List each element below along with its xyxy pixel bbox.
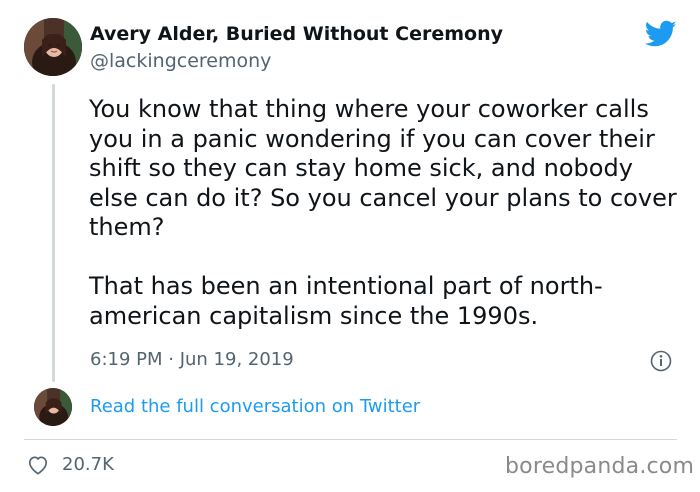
author-display-name[interactable]: Avery Alder, Buried Without Ceremony <box>90 23 503 45</box>
conversation-avatar[interactable] <box>34 388 72 426</box>
tweet-paragraph: You know that thing where your coworker … <box>89 95 677 242</box>
watermark: boredpanda.com <box>505 454 695 479</box>
tweet-timestamp[interactable]: 6:19 PM · Jun 19, 2019 <box>90 349 294 370</box>
read-conversation-link[interactable]: Read the full conversation on Twitter <box>90 396 420 417</box>
divider <box>24 439 677 440</box>
tweet-paragraph: That has been an intentional part of nor… <box>89 271 603 330</box>
avatar-image <box>34 388 72 426</box>
twitter-bird-icon[interactable] <box>645 20 677 48</box>
author-avatar[interactable] <box>24 18 82 76</box>
tweet-body: You know that thing where your coworker … <box>89 95 679 331</box>
info-icon[interactable] <box>650 350 672 372</box>
avatar-image <box>24 18 82 76</box>
author-handle[interactable]: @lackingceremony <box>90 50 271 72</box>
heart-icon[interactable] <box>27 455 49 475</box>
thread-connector-line <box>52 84 55 382</box>
like-count[interactable]: 20.7K <box>62 454 114 475</box>
